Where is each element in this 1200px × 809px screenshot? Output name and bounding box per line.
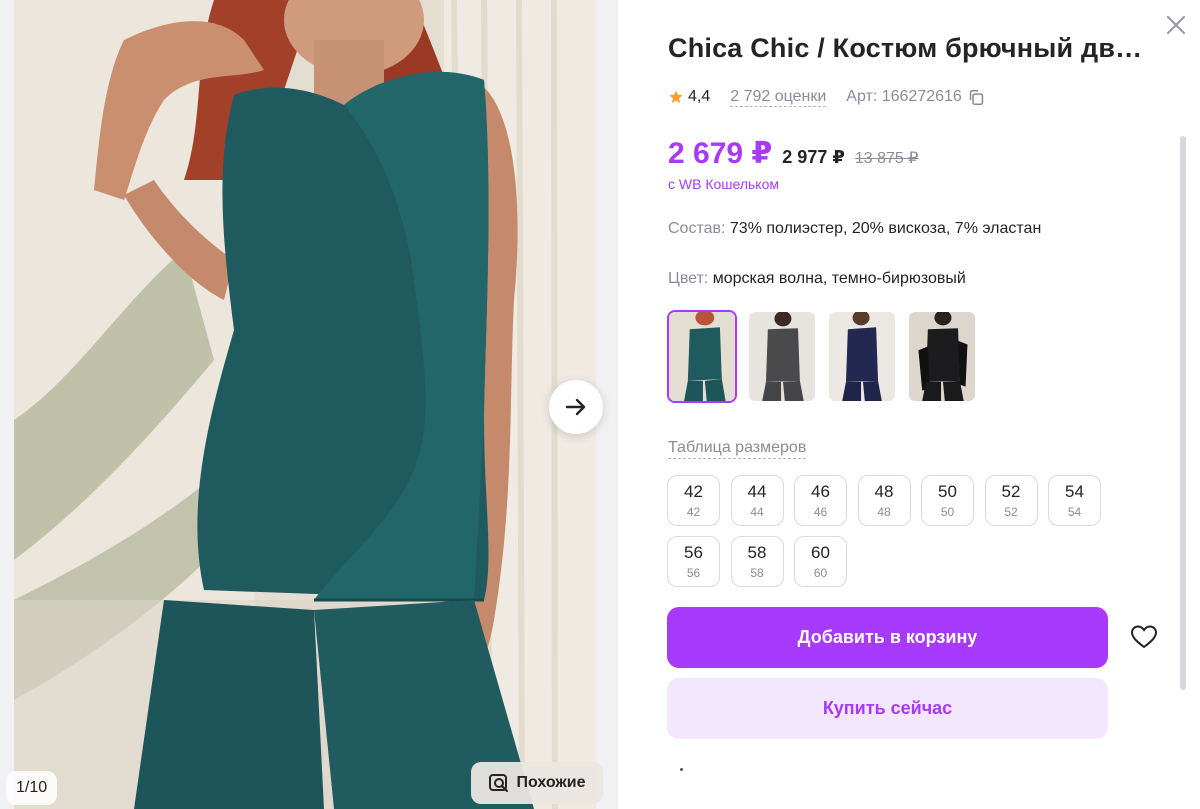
composition: Состав: 73% полиэстер, 20% вискоза, 7% э… bbox=[668, 220, 1041, 238]
size-eu: 50 bbox=[940, 504, 955, 519]
search-image-icon bbox=[489, 774, 509, 793]
size-ru: 52 bbox=[1001, 481, 1021, 501]
similar-label: Похожие bbox=[516, 774, 586, 791]
rating-value: 4,4 bbox=[688, 88, 711, 105]
size-table-link[interactable]: Таблица размеров bbox=[668, 438, 807, 459]
star-icon bbox=[669, 90, 683, 103]
close-icon bbox=[1166, 15, 1186, 35]
size-ru: 46 bbox=[811, 481, 830, 501]
size-eu: 46 bbox=[813, 504, 828, 519]
color-variant-teal[interactable] bbox=[667, 310, 737, 403]
price-base: 2 977 ₽ bbox=[782, 147, 845, 167]
copy-article-button[interactable] bbox=[968, 89, 985, 106]
variant-navy-image bbox=[829, 312, 895, 401]
size-eu: 52 bbox=[1004, 504, 1018, 519]
product-meta: 4,4 2 792 оценки Арт: 166272616 bbox=[668, 86, 985, 108]
close-button[interactable] bbox=[1164, 13, 1188, 37]
size-ru: 54 bbox=[1065, 481, 1084, 501]
arrow-right-icon bbox=[565, 398, 586, 416]
size-ru: 60 bbox=[811, 542, 830, 562]
size-eu: 56 bbox=[686, 565, 701, 580]
reviews-link[interactable]: 2 792 оценки bbox=[730, 88, 827, 107]
product-photo[interactable] bbox=[14, 0, 596, 809]
buy-now-button[interactable]: Купить сейчас bbox=[667, 678, 1108, 739]
size-option[interactable]: 52 52 bbox=[984, 475, 1038, 526]
size-ru: 48 bbox=[874, 481, 894, 501]
article-number: Арт: 166272616 bbox=[846, 88, 962, 105]
color-variants bbox=[667, 310, 977, 403]
price-current: 2 679 ₽ bbox=[668, 137, 773, 170]
color-value: морская волна, темно-бирюзовый bbox=[712, 270, 966, 287]
size-ru: 50 bbox=[938, 481, 957, 501]
product-photo-illustration bbox=[14, 0, 596, 809]
color-info: Цвет: морская волна, темно-бирюзовый bbox=[668, 270, 966, 288]
add-to-cart-button[interactable]: Добавить в корзину bbox=[667, 607, 1108, 668]
size-eu: 60 bbox=[813, 565, 828, 580]
image-counter: 1/10 bbox=[6, 771, 58, 805]
size-option[interactable]: 42 42 bbox=[667, 475, 720, 526]
heart-icon bbox=[1130, 625, 1158, 649]
size-option[interactable]: 44 44 bbox=[730, 475, 784, 526]
price-block: 2 679 ₽ 2 977 ₽ 13 875 ₽ bbox=[668, 136, 918, 171]
color-variant-black[interactable] bbox=[907, 310, 977, 403]
size-option[interactable]: 58 58 bbox=[730, 536, 784, 587]
size-eu: 44 bbox=[750, 504, 764, 519]
size-ru: 44 bbox=[747, 481, 767, 501]
size-ru: 56 bbox=[684, 542, 703, 562]
variant-black-image bbox=[909, 312, 975, 401]
size-eu: 54 bbox=[1067, 504, 1082, 519]
color-variant-graphite[interactable] bbox=[747, 310, 817, 403]
composition-value: 73% полиэстер, 20% вискоза, 7% эластан bbox=[729, 220, 1042, 237]
favorite-button[interactable] bbox=[1130, 624, 1158, 650]
size-option[interactable]: 50 50 bbox=[921, 475, 974, 526]
size-eu: 42 bbox=[686, 504, 701, 519]
color-variant-navy[interactable] bbox=[827, 310, 897, 403]
variant-graphite-image bbox=[749, 312, 815, 401]
size-selector: 42 42 44 44 46 46 48 48 50 50 52 52 54 54 56 56 … bbox=[667, 475, 1107, 587]
copy-icon bbox=[969, 89, 984, 105]
size-option[interactable]: 56 56 bbox=[667, 536, 720, 587]
size-option[interactable]: 54 54 bbox=[1048, 475, 1101, 526]
size-ru: 58 bbox=[747, 542, 767, 562]
color-label: Цвет: bbox=[668, 270, 709, 287]
size-ru: 42 bbox=[684, 481, 703, 501]
price-old: 13 875 ₽ bbox=[854, 150, 919, 167]
product-title: Chica Chic / Костюм брючный дв… bbox=[668, 33, 1143, 63]
next-image-button[interactable] bbox=[549, 380, 603, 434]
size-option[interactable]: 46 46 bbox=[794, 475, 847, 526]
size-option[interactable]: 48 48 bbox=[857, 475, 911, 526]
size-eu: 48 bbox=[877, 504, 891, 519]
divider-dot bbox=[680, 768, 683, 771]
size-eu: 58 bbox=[750, 565, 764, 580]
variant-teal-image bbox=[669, 312, 735, 401]
wallet-note: с WB Кошельком bbox=[668, 176, 779, 192]
scrollbar[interactable] bbox=[1180, 136, 1186, 690]
composition-label: Состав: bbox=[668, 220, 726, 237]
size-option[interactable]: 60 60 bbox=[794, 536, 847, 587]
similar-button[interactable]: Похожие bbox=[471, 762, 603, 804]
